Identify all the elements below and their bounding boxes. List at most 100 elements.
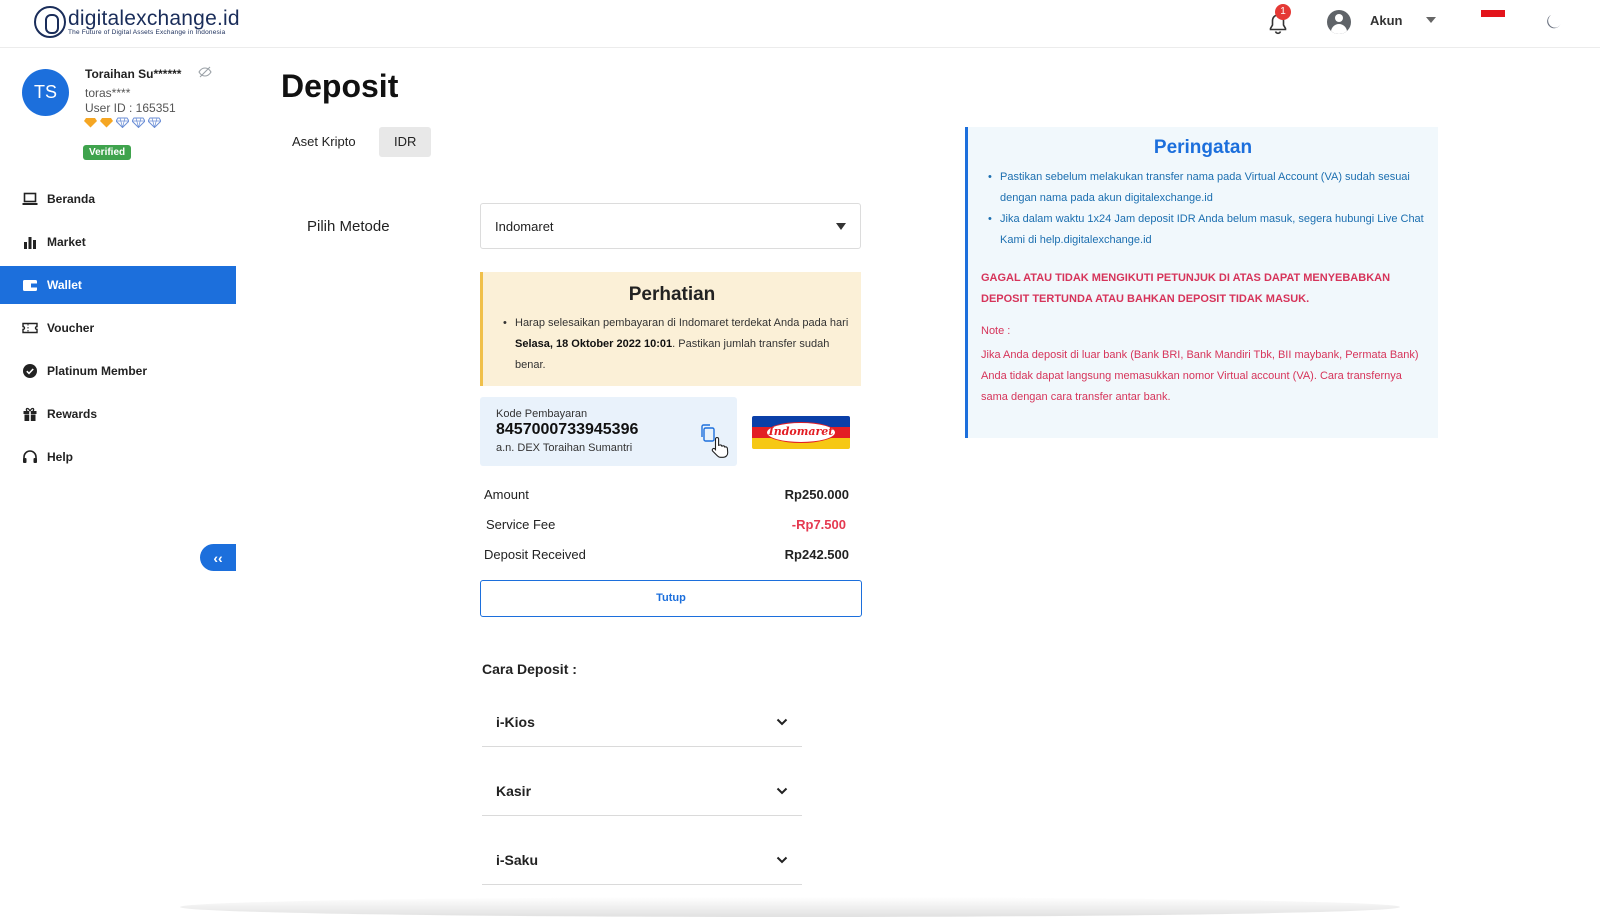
payment-code-value: 8457000733945396 (496, 421, 639, 438)
notice-text-before: Harap selesaikan pembayaran di Indomaret… (515, 317, 849, 329)
indomaret-logo-text: Indomaret (766, 422, 836, 443)
sidebar-item-platinum-member[interactable]: Platinum Member (0, 352, 236, 390)
gem-outline-icon (116, 117, 129, 128)
chevron-down-icon (776, 718, 788, 725)
warning-item-text: Jika dalam waktu 1x24 Jam deposit IDR An… (1000, 213, 1424, 246)
hand-cursor-icon (711, 436, 729, 458)
logo[interactable]: digitalexchange.id The Future of Digital… (34, 4, 240, 40)
how-to-deposit-title: Cara Deposit : (482, 661, 577, 677)
chevron-down-icon (776, 856, 788, 863)
ticket-icon (22, 322, 38, 334)
warning-alert: GAGAL ATAU TIDAK MENGIKUTI PETUNJUK DI A… (981, 272, 1391, 305)
laptop-icon (22, 192, 38, 205)
gift-icon (23, 407, 37, 421)
dark-mode-moon-icon[interactable] (1543, 12, 1563, 32)
sidebar-item-voucher[interactable]: Voucher (0, 309, 236, 347)
account-label[interactable]: Akun (1370, 13, 1403, 28)
bottom-shadow (180, 897, 1400, 917)
notification-badge: 1 (1275, 4, 1291, 20)
chevron-down-icon (776, 787, 788, 794)
profile-user-id: User ID : 165351 (85, 101, 176, 115)
wallet-icon (23, 280, 37, 291)
tab-idr[interactable]: IDR (379, 127, 432, 157)
warning-item: • Jika dalam waktu 1x24 Jam deposit IDR … (988, 209, 1428, 251)
sidebar-item-beranda[interactable]: Beranda (0, 180, 236, 218)
close-button[interactable]: Tutup (480, 580, 862, 617)
caret-down-icon (836, 222, 846, 230)
profile-username: toras**** (85, 86, 131, 100)
sidebar-item-label: Beranda (47, 192, 96, 206)
warning-note: Jika Anda deposit di luar bank (Bank BRI… (981, 349, 1419, 403)
payment-code-account-name: a.n. DEX Toraihan Sumantri (496, 442, 633, 454)
bullet: • (988, 171, 992, 183)
summary-row-service-fee: Service Fee -Rp7.500 (486, 517, 846, 532)
logo-tagline: The Future of Digital Assets Exchange in… (68, 29, 226, 36)
double-chevron-left-icon: ‹‹ (213, 549, 223, 566)
top-bar: digitalexchange.id The Future of Digital… (0, 0, 1600, 48)
gem-gold-icon (84, 118, 97, 128)
payment-code-card: Kode Pembayaran 8457000733945396 a.n. DE… (480, 397, 737, 466)
notice-text: Harap selesaikan pembayaran di Indomaret… (515, 313, 850, 376)
notice-title: Perhatian (628, 284, 716, 305)
bar-chart-icon (24, 237, 36, 249)
notice-deadline: Selasa, 18 Oktober 2022 10:01 (515, 338, 673, 350)
sidebar-item-label: Platinum Member (47, 364, 148, 378)
page-title: Deposit (281, 68, 399, 104)
bullet: • (988, 213, 992, 225)
service-fee-value: -Rp7.500 (791, 517, 846, 532)
summary-row-deposit-received: Deposit Received Rp242.500 (484, 547, 849, 562)
sidebar-item-label: Market (47, 235, 86, 249)
logo-mark-icon (34, 6, 66, 38)
account-avatar-icon[interactable] (1327, 10, 1351, 34)
service-fee-label: Service Fee (486, 517, 556, 532)
accordion-label: Kasir (496, 782, 532, 799)
verified-badge: Verified (83, 145, 132, 160)
profile-name: Toraihan Su****** (85, 67, 182, 81)
sidebar-item-label: Voucher (47, 321, 95, 335)
sidebar-item-label: Rewards (47, 407, 98, 421)
summary-row-amount: Amount Rp250.000 (484, 487, 849, 502)
method-select-value: Indomaret (495, 218, 554, 234)
warning-panel: Peringatan • Pastikan sebelum melakukan … (965, 127, 1438, 438)
notice-body: • Harap selesaikan pembayaran di Indomar… (503, 313, 850, 376)
membership-gems (84, 117, 161, 128)
badge-check-icon (23, 364, 37, 378)
logo-text: digitalexchange.id The Future of Digital… (68, 7, 240, 37)
accordion-item-i-kios[interactable]: i-Kios (482, 697, 802, 747)
amount-label: Amount (484, 487, 529, 502)
sidebar-item-label: Help (47, 450, 74, 464)
gem-gold-icon (100, 118, 113, 128)
sidebar-item-market[interactable]: Market (0, 223, 236, 261)
payment-code-label: Kode Pembayaran (496, 408, 588, 420)
indonesia-flag-icon[interactable] (1481, 10, 1505, 24)
deposit-received-value: Rp242.500 (784, 547, 849, 562)
accordion-item-i-saku[interactable]: i-Saku (482, 835, 802, 885)
accordion-label: i-Kios (496, 713, 535, 730)
warning-title: Peringatan (1153, 137, 1253, 158)
headset-icon (23, 450, 37, 463)
eye-off-icon[interactable] (198, 66, 212, 78)
sidebar-item-wallet[interactable]: Wallet (0, 266, 236, 304)
profile-avatar: TS (22, 69, 69, 116)
warning-item: • Pastikan sebelum melakukan transfer na… (988, 167, 1428, 209)
sidebar-item-label: Wallet (47, 278, 82, 292)
accordion-item-kasir[interactable]: Kasir (482, 766, 802, 816)
method-label: Pilih Metode (307, 218, 390, 235)
gem-outline-icon (148, 117, 161, 128)
gem-outline-icon (132, 117, 145, 128)
sidebar-item-help[interactable]: Help (0, 438, 236, 476)
indomaret-logo: Indomaret (752, 416, 850, 449)
caret-down-icon[interactable] (1426, 17, 1436, 23)
sidebar-nav: Beranda Market Wallet Voucher Platinum M… (0, 180, 236, 481)
deposit-received-label: Deposit Received (484, 547, 586, 562)
tab-aset-kripto[interactable]: Aset Kripto (277, 127, 371, 157)
amount-value: Rp250.000 (784, 487, 849, 502)
bullet: • (503, 317, 507, 329)
sidebar-item-rewards[interactable]: Rewards (0, 395, 236, 433)
attention-notice: Perhatian • Harap selesaikan pembayaran … (480, 272, 861, 386)
logo-name: digitalexchange.id (68, 7, 240, 30)
method-select[interactable]: Indomaret (480, 203, 861, 249)
warning-item-text: Pastikan sebelum melakukan transfer nama… (1000, 171, 1410, 204)
warning-list: • Pastikan sebelum melakukan transfer na… (988, 167, 1428, 251)
collapse-sidebar-button[interactable]: ‹‹ (200, 544, 236, 571)
